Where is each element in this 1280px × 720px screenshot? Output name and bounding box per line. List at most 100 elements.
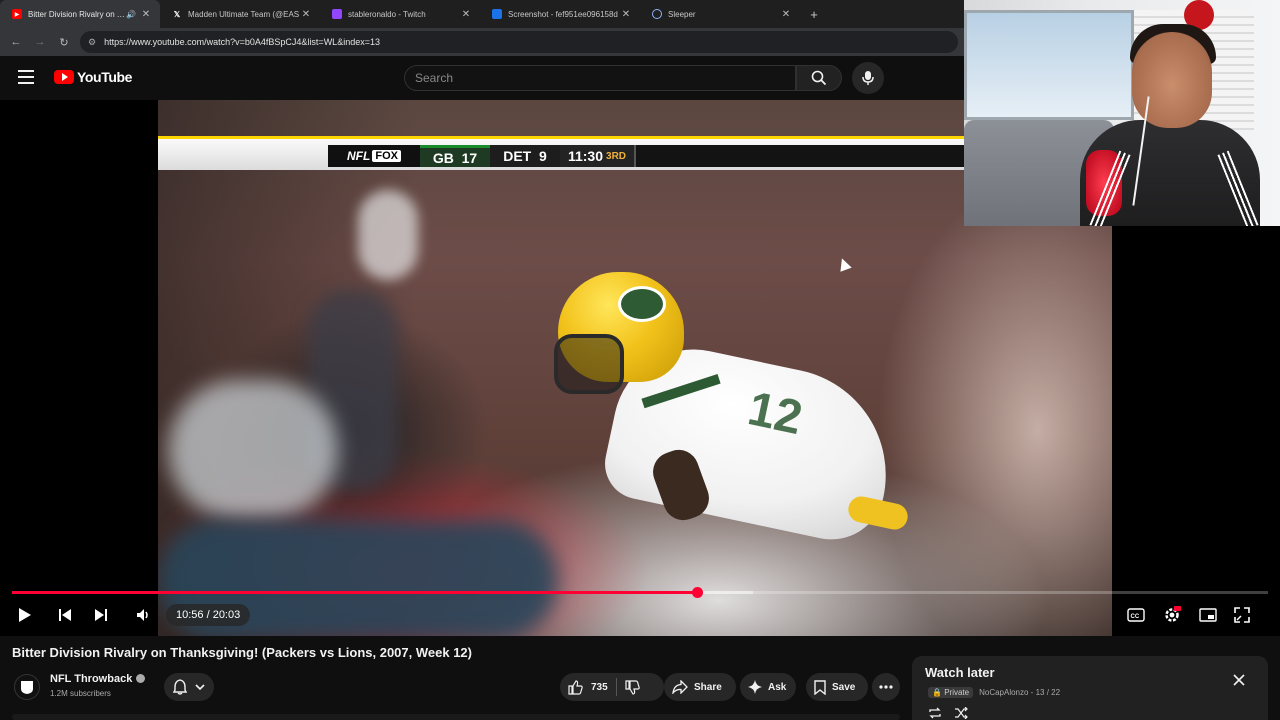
captions-button[interactable]: CC [1124,603,1148,627]
browser-tab-sleeper[interactable]: Sleeper ✕ [640,0,800,28]
dislike-button[interactable] [625,679,640,695]
home-team: GB [432,149,454,166]
volume-icon [137,609,148,621]
tab-title: stableronaldo - Twitch [348,9,426,19]
search-button[interactable] [796,65,842,91]
player-side-area [1112,226,1280,636]
share-label: Share [694,681,722,693]
time-display: 10:56 / 20:03 [166,604,251,626]
voice-search-button[interactable] [852,62,884,94]
progress-bar[interactable] [12,587,1268,598]
playlist-title[interactable]: Watch later [925,665,995,680]
loop-playlist-button[interactable] [928,706,942,720]
site-info-icon[interactable]: ⚙ [88,37,96,48]
quarter: 3RD [606,150,627,162]
svg-text:CC: CC [1131,614,1140,620]
browser-tab-screenshot[interactable]: Screenshot - fef951ee096158d ✕ [480,0,640,28]
browser-tab-x[interactable]: 𝕏 Madden Ultimate Team (@EAS ✕ [160,0,320,28]
save-button[interactable]: Save [806,673,868,701]
close-tab-icon[interactable]: ✕ [140,9,152,20]
forward-arrow-icon[interactable]: → [28,36,52,48]
video-player[interactable]: 12 NFL FOX GB 17 DET 9 11:30 3RD [0,100,1112,636]
game-clock: 11:30 3RD [560,145,634,167]
browser-tab-bar: ▶ Bitter Division Rivalry on Th 🔊 ✕ 𝕏 Ma… [0,0,964,28]
close-playlist-button[interactable] [1229,670,1249,690]
youtube-icon: ▶ [12,9,22,19]
youtube-header: YouTube Search [0,56,964,100]
time-text: 10:56 / 20:03 [176,609,241,621]
browser-tab-twitch[interactable]: stableronaldo - Twitch ✕ [320,0,480,28]
score-bug: NFL FOX GB 17 DET 9 11:30 3RD [158,136,972,170]
youtube-logo[interactable]: YouTube [54,69,132,85]
ask-label: Ask [768,681,787,693]
play-icon [19,608,31,622]
next-icon [95,609,107,621]
tab-title: Screenshot - fef951ee096158d [508,9,618,19]
hamburger-menu-icon[interactable] [18,70,34,84]
twitch-icon [332,9,342,19]
share-button[interactable]: Share [664,673,736,701]
new-tab-button[interactable]: + [800,0,828,28]
channel-avatar[interactable] [14,674,40,700]
like-dislike-group: 735 [560,673,664,701]
previous-button[interactable] [54,603,76,627]
notification-button[interactable] [164,673,214,701]
tab-title: Madden Ultimate Team (@EAS [188,9,300,19]
privacy-label: Private [944,688,970,697]
close-tab-icon[interactable]: ✕ [300,9,312,20]
close-tab-icon[interactable]: ✕ [620,9,632,20]
verified-badge-icon [136,673,146,683]
back-arrow-icon[interactable]: ← [4,36,28,48]
miniplayer-button[interactable] [1196,603,1220,627]
fullscreen-button[interactable] [1230,603,1254,627]
playlist-position: NoCapAlonzo - 13 / 22 [979,688,1061,697]
microphone-icon [862,71,874,85]
screen: ▶ Bitter Division Rivalry on Th 🔊 ✕ 𝕏 Ma… [0,0,1280,720]
sparkle-icon [748,680,762,694]
channel-name-text: NFL Throwback [50,673,133,685]
volume-button[interactable] [132,603,154,627]
captions-icon: CC [1127,608,1145,622]
youtube-play-logo-icon [54,70,74,84]
fullscreen-icon [1234,607,1250,623]
home-team-score: GB 17 [420,145,490,167]
url-text: https://www.youtube.com/watch?v=b0A4fBSp… [104,37,380,47]
settings-gear-icon [1165,606,1181,622]
previous-icon [59,609,71,621]
play-button[interactable] [14,603,36,627]
progress-played [12,591,698,594]
close-tab-icon[interactable]: ✕ [460,9,472,20]
address-bar[interactable]: ⚙ https://www.youtube.com/watch?v=b0A4fB… [80,31,958,53]
network-logo: NFL FOX [328,145,420,167]
network-right: FOX [372,150,401,162]
network-left: NFL [347,149,371,163]
close-tab-icon[interactable]: ✕ [780,9,792,20]
channel-name[interactable]: NFL Throwback [50,673,146,685]
scrubber-handle[interactable] [692,587,704,598]
reload-icon[interactable]: ↻ [52,36,76,49]
search-placeholder: Search [415,71,454,85]
thumbs-down-icon [625,679,640,695]
browser-toolbar: ← → ↻ ⚙ https://www.youtube.com/watch?v=… [0,28,964,56]
away-score: 9 [538,148,547,164]
like-button[interactable]: 735 [568,679,608,695]
settings-button[interactable] [1160,603,1184,627]
shuffle-playlist-button[interactable] [954,706,968,720]
subscriber-count: 1.2M subscribers [50,689,111,698]
next-button[interactable] [90,603,112,627]
search-input[interactable]: Search [404,65,796,91]
bookmark-icon [814,679,826,695]
thumbs-up-icon [568,679,583,695]
watch-later-panel: Watch later 🔒 Private NoCapAlonzo - 13 /… [912,656,1268,720]
more-actions-button[interactable] [872,673,900,701]
away-team: DET [503,148,532,164]
playlist-meta: 🔒 Private NoCapAlonzo - 13 / 22 [928,687,1060,698]
speaker-icon[interactable]: 🔊 [126,10,136,19]
video-title: Bitter Division Rivalry on Thanksgiving!… [12,645,472,660]
away-team-score: DET 9 [490,145,560,167]
chevron-down-icon [195,684,205,691]
clock-time: 11:30 [567,148,604,164]
tab-title: Sleeper [668,9,696,19]
browser-tab-youtube[interactable]: ▶ Bitter Division Rivalry on Th 🔊 ✕ [0,0,160,28]
ask-button[interactable]: Ask [740,673,796,701]
